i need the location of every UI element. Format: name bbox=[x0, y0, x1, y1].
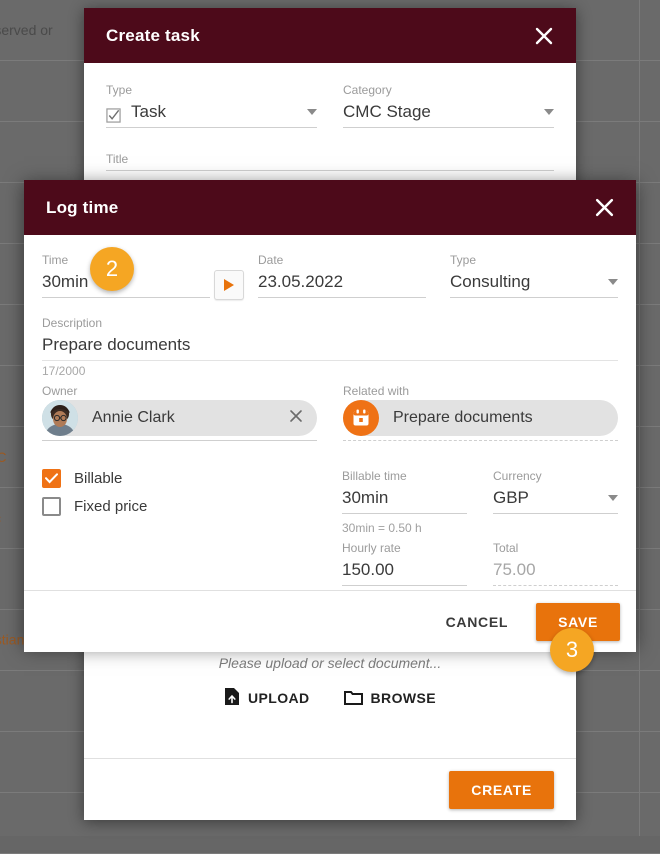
owner-value: Annie Clark bbox=[92, 409, 175, 427]
upload-button[interactable]: UPLOAD bbox=[224, 687, 310, 709]
owner-label: Owner bbox=[42, 384, 317, 398]
owner-field-underline bbox=[42, 440, 317, 441]
date-field[interactable]: Date 23.05.2022 bbox=[258, 253, 426, 302]
upload-label: UPLOAD bbox=[248, 690, 310, 706]
related-with-chip-row[interactable]: Prepare documents bbox=[343, 400, 618, 436]
currency-field[interactable]: Currency GBP bbox=[493, 469, 618, 518]
log-type-value-row[interactable]: Consulting bbox=[450, 269, 618, 298]
task-category-value: CMC Stage bbox=[343, 99, 431, 125]
avatar bbox=[42, 400, 78, 436]
hourly-rate-input[interactable]: 150.00 bbox=[342, 557, 467, 586]
date-label: Date bbox=[258, 253, 426, 267]
related-with-field-underline bbox=[343, 440, 618, 441]
close-icon[interactable] bbox=[530, 22, 558, 50]
task-type-label: Type bbox=[106, 83, 317, 97]
play-icon bbox=[224, 279, 234, 291]
create-task-footer: CREATE bbox=[84, 758, 576, 820]
checkbox-checked-icon[interactable] bbox=[42, 469, 61, 488]
log-time-row-billing: Billable Fixed price Billable time 30min… bbox=[42, 469, 618, 590]
create-task-dialog-header: Create task bbox=[84, 8, 576, 63]
total-value: 75.00 bbox=[493, 557, 618, 586]
step-badge-3: 3 bbox=[550, 628, 594, 672]
currency-value: GBP bbox=[493, 485, 529, 511]
log-time-dialog-header: Log time bbox=[24, 180, 636, 235]
billable-time-conversion-note: 30min = 0.50 h bbox=[342, 521, 467, 535]
related-with-value: Prepare documents bbox=[393, 409, 533, 427]
task-type-value-row[interactable]: Task bbox=[106, 99, 317, 128]
create-button[interactable]: CREATE bbox=[449, 771, 554, 809]
billable-time-label: Billable time bbox=[342, 469, 467, 483]
description-char-counter: 17/2000 bbox=[42, 364, 618, 378]
currency-value-row[interactable]: GBP bbox=[493, 485, 618, 514]
table-cell-link[interactable]: …er Inc bbox=[0, 510, 1, 526]
billable-label: Billable bbox=[74, 470, 122, 487]
log-time-row-relations: Owner bbox=[42, 384, 618, 445]
owner-chip-row[interactable]: Annie Clark bbox=[42, 400, 317, 436]
browse-label: BROWSE bbox=[371, 690, 436, 706]
attachments-actions: UPLOAD BROWSE bbox=[106, 687, 554, 709]
total-field: Total 75.00 bbox=[493, 541, 618, 590]
related-with-field[interactable]: Related with Prepare docume bbox=[343, 384, 618, 445]
fixed-price-label: Fixed price bbox=[74, 498, 147, 515]
related-with-label: Related with bbox=[343, 384, 618, 398]
chevron-down-icon[interactable] bbox=[608, 279, 618, 285]
date-input[interactable]: 23.05.2022 bbox=[258, 269, 426, 298]
checkbox-unchecked-icon[interactable] bbox=[42, 497, 61, 516]
owner-field[interactable]: Owner bbox=[42, 384, 317, 445]
billable-time-field[interactable]: Billable time 30min bbox=[342, 469, 467, 518]
browse-button[interactable]: BROWSE bbox=[344, 687, 436, 709]
step-badge-2: 2 bbox=[90, 247, 134, 291]
billable-time-column: Billable time 30min 30min = 0.50 h Hourl… bbox=[342, 469, 467, 590]
task-title-label: Title bbox=[106, 152, 554, 166]
hourly-rate-field[interactable]: Hourly rate 150.00 bbox=[342, 541, 467, 590]
owner-chip[interactable]: Annie Clark bbox=[42, 400, 317, 436]
folder-icon bbox=[344, 689, 363, 708]
billing-checkboxes: Billable Fixed price bbox=[42, 469, 342, 590]
log-time-footer: CANCEL SAVE bbox=[24, 590, 636, 652]
billable-time-input[interactable]: 30min bbox=[342, 485, 467, 514]
create-task-top-row: Type Task Category CMC Stage bbox=[106, 83, 554, 132]
start-timer-button[interactable] bbox=[214, 270, 244, 300]
cancel-button[interactable]: CANCEL bbox=[428, 603, 527, 641]
billable-checkbox-row[interactable]: Billable bbox=[42, 469, 342, 488]
chevron-down-icon[interactable] bbox=[544, 109, 554, 115]
file-upload-icon bbox=[224, 687, 240, 709]
attachments-hint: Please upload or select document... bbox=[106, 655, 554, 671]
create-task-dialog-title: Create task bbox=[106, 26, 200, 46]
chevron-down-icon[interactable] bbox=[307, 109, 317, 115]
log-type-field[interactable]: Type Consulting bbox=[450, 253, 618, 302]
checkbox-check-icon bbox=[106, 105, 121, 120]
task-category-value-row[interactable]: CMC Stage bbox=[343, 99, 554, 128]
table-cell-text: …eing served or bbox=[0, 22, 53, 38]
task-title-value[interactable] bbox=[106, 168, 554, 171]
description-field[interactable]: Description Prepare documents 17/2000 bbox=[42, 316, 618, 382]
log-type-label: Type bbox=[450, 253, 618, 267]
task-type-field[interactable]: Type Task bbox=[106, 83, 317, 132]
total-label: Total bbox=[493, 541, 618, 555]
table-column-divider bbox=[639, 0, 640, 836]
log-type-value: Consulting bbox=[450, 269, 530, 295]
log-time-dialog-title: Log time bbox=[46, 198, 118, 218]
task-calendar-icon bbox=[343, 400, 379, 436]
currency-label: Currency bbox=[493, 469, 618, 483]
hourly-rate-label: Hourly rate bbox=[342, 541, 467, 555]
task-type-value: Task bbox=[131, 99, 166, 125]
billing-amounts: Billable time 30min 30min = 0.50 h Hourl… bbox=[342, 469, 618, 590]
chevron-down-icon[interactable] bbox=[608, 495, 618, 501]
table-cell-link[interactable]: …sen, C bbox=[0, 449, 6, 465]
description-input[interactable]: Prepare documents bbox=[42, 332, 618, 361]
close-icon[interactable] bbox=[281, 409, 311, 428]
close-icon[interactable] bbox=[590, 194, 618, 222]
task-category-field[interactable]: Category CMC Stage bbox=[343, 83, 554, 132]
fixed-price-checkbox-row[interactable]: Fixed price bbox=[42, 497, 342, 516]
task-category-label: Category bbox=[343, 83, 554, 97]
currency-total-column: Currency GBP Total 75.00 bbox=[493, 469, 618, 590]
description-label: Description bbox=[42, 316, 618, 330]
related-with-chip[interactable]: Prepare documents bbox=[343, 400, 618, 436]
task-title-field[interactable]: Title bbox=[106, 152, 554, 175]
